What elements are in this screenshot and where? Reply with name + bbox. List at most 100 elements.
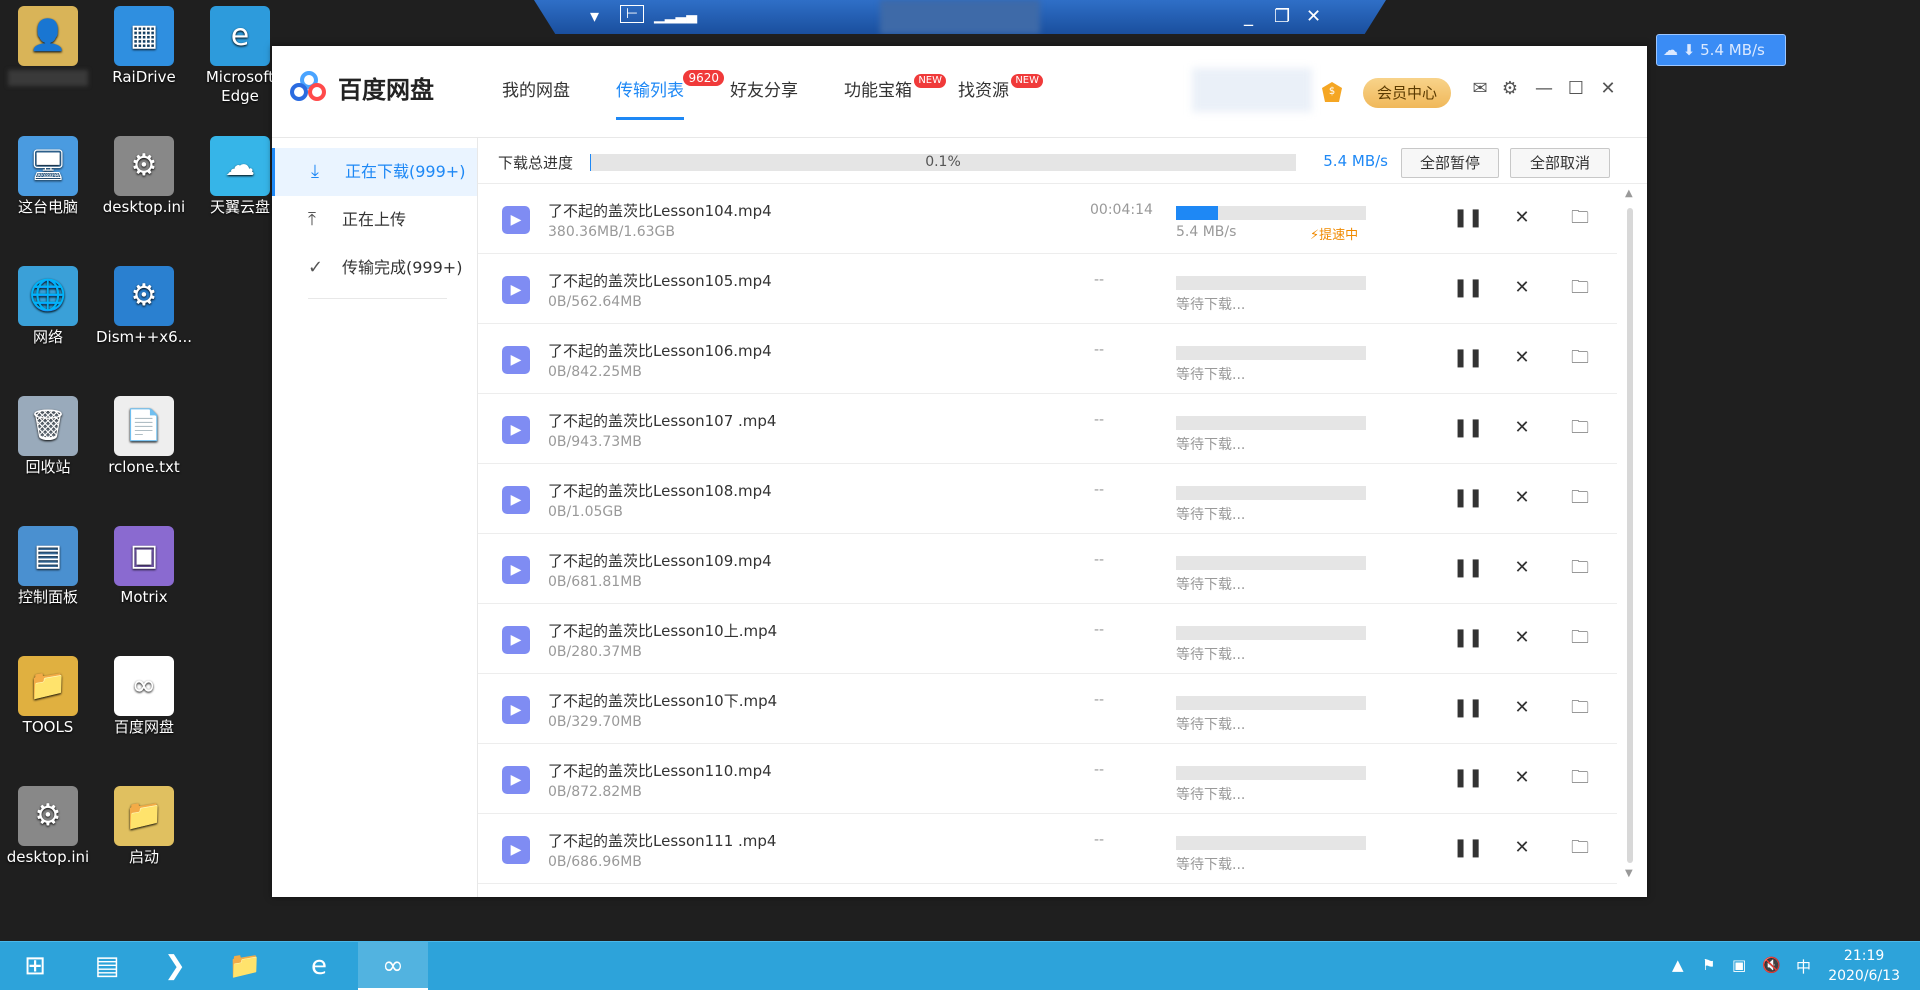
cancel-all-button[interactable]: 全部取消 — [1510, 148, 1610, 178]
taskbar-powershell-icon[interactable]: ❯ — [140, 942, 210, 990]
tab-friend-share[interactable]: 好友分享 — [730, 46, 798, 138]
desktop-icon[interactable]: 👤 — [0, 6, 96, 90]
cancel-button[interactable]: ✕ — [1510, 346, 1534, 370]
desktop-icon[interactable]: 🗑 回收站 — [0, 396, 96, 477]
close-icon[interactable]: ✕ — [1306, 6, 1321, 27]
desktop-icon[interactable]: ▣ Motrix — [96, 526, 192, 607]
remaining-time: -- — [1094, 762, 1105, 778]
tray-network-icon[interactable]: ▣ — [1732, 956, 1746, 974]
pin-icon[interactable]: ⊢ — [620, 5, 644, 23]
sidebar-item-completed[interactable]: ✓ 传输完成(999+) — [272, 244, 477, 292]
pause-button[interactable]: ❚❚ — [1453, 416, 1483, 440]
cancel-button[interactable]: ✕ — [1510, 416, 1534, 440]
vip-center-button[interactable]: 会员中心 — [1363, 78, 1451, 108]
taskbar-server-manager-icon[interactable]: ▤ — [72, 942, 142, 990]
cancel-button[interactable]: ✕ — [1510, 206, 1534, 230]
desktop-icon[interactable]: ⚙ desktop.ini — [0, 786, 96, 867]
cancel-button[interactable]: ✕ — [1510, 276, 1534, 300]
open-folder-button[interactable]: 🗀 — [1568, 486, 1592, 510]
download-row[interactable]: ▶ 了不起的盖茨比Lesson110.mp4 0B/872.82MB -- 等待下载..… — [478, 744, 1617, 814]
desktop-icon[interactable]: 📄 rclone.txt — [96, 396, 192, 477]
cancel-button[interactable]: ✕ — [1510, 696, 1534, 720]
open-folder-button[interactable]: 🗀 — [1568, 696, 1592, 720]
tray-flag-icon[interactable]: ⚑ — [1702, 956, 1715, 974]
download-row[interactable]: ▶ 了不起的盖茨比Lesson104.mp4 380.36MB/1.63GB 00:0… — [478, 184, 1617, 254]
desktop-icon[interactable]: 🌐 网络 — [0, 266, 96, 347]
desktop-icon[interactable]: ▦ RaiDrive — [96, 6, 192, 87]
pause-button[interactable]: ❚❚ — [1453, 766, 1483, 790]
download-row[interactable]: ▶ 了不起的盖茨比Lesson105.mp4 0B/562.64MB -- 等待下载..… — [478, 254, 1617, 324]
desktop-icon-label: 启动 — [128, 848, 159, 866]
download-row[interactable]: ▶ 了不起的盖茨比Lesson107 .mp4 0B/943.73MB -- 等待下载.… — [478, 394, 1617, 464]
download-row[interactable]: ▶ 了不起的盖茨比Lesson106.mp4 0B/842.25MB -- 等待下载..… — [478, 324, 1617, 394]
cancel-button[interactable]: ✕ — [1510, 486, 1534, 510]
minimize-icon[interactable]: _ — [1244, 6, 1253, 27]
mail-icon[interactable]: ✉ — [1468, 78, 1492, 99]
download-row[interactable]: ▶ 了不起的盖茨比Lesson109.mp4 0B/681.81MB -- 等待下载..… — [478, 534, 1617, 604]
download-row[interactable]: ▶ 了不起的盖茨比Lesson10上.mp4 0B/280.37MB -- 等待下载..… — [478, 604, 1617, 674]
sidebar-item-downloading[interactable]: ⤓ 正在下载(999+) — [272, 148, 477, 196]
tab-find-resources[interactable]: 找资源 NEW — [958, 46, 1043, 138]
file-size: 0B/1.05GB — [548, 504, 623, 520]
download-row[interactable]: ▶ 了不起的盖茨比Lesson10下.mp4 0B/329.70MB -- 等待下载..… — [478, 674, 1617, 744]
app-logo[interactable]: 百度网盘 — [290, 70, 434, 105]
open-folder-button[interactable]: 🗀 — [1568, 206, 1592, 230]
speed-float-widget[interactable]: ☁ ⬇ 5.4 MB/s — [1656, 34, 1786, 66]
open-folder-button[interactable]: 🗀 — [1568, 626, 1592, 650]
taskbar-baidu-netdisk-icon[interactable]: ∞ — [358, 942, 428, 990]
chevron-down-icon[interactable]: ▾ — [590, 6, 599, 27]
vip-level-icon: $ — [1322, 82, 1342, 102]
open-folder-button[interactable]: 🗀 — [1568, 836, 1592, 860]
ime-indicator[interactable]: 中 — [1796, 956, 1811, 977]
download-row[interactable]: ▶ 了不起的盖茨比Lesson111 .mp4 0B/686.96MB -- 等待下载.… — [478, 814, 1617, 884]
start-button[interactable]: ⊞ — [0, 942, 70, 990]
cancel-button[interactable]: ✕ — [1510, 626, 1534, 650]
desktop-icon[interactable]: ▤ 控制面板 — [0, 526, 96, 607]
pause-button[interactable]: ❚❚ — [1453, 276, 1483, 300]
taskbar-edge-icon[interactable]: e — [284, 942, 354, 990]
close-icon[interactable]: ✕ — [1596, 78, 1620, 99]
sidebar-item-uploading[interactable]: ⤒ 正在上传 — [272, 196, 477, 244]
cancel-button[interactable]: ✕ — [1510, 766, 1534, 790]
desktop-icon[interactable]: 📁 TOOLS — [0, 656, 96, 737]
tab-toolbox[interactable]: 功能宝箱 NEW — [844, 46, 946, 138]
pause-button[interactable]: ❚❚ — [1453, 206, 1483, 230]
tab-my-disk[interactable]: 我的网盘 — [502, 46, 570, 138]
restore-icon[interactable]: ❐ — [1274, 6, 1290, 27]
open-folder-button[interactable]: 🗀 — [1568, 276, 1592, 300]
pause-button[interactable]: ❚❚ — [1453, 836, 1483, 860]
pause-button[interactable]: ❚❚ — [1453, 486, 1483, 510]
open-folder-button[interactable]: 🗀 — [1568, 556, 1592, 580]
pause-button[interactable]: ❚❚ — [1453, 346, 1483, 370]
download-status: 等待下载... — [1176, 647, 1246, 663]
desktop-icon[interactable]: ⚙ desktop.ini — [96, 136, 192, 217]
remaining-time: -- — [1094, 272, 1105, 288]
settings-icon[interactable]: ⚙ — [1498, 78, 1522, 99]
tray-volume-icon[interactable]: 🔇 — [1762, 956, 1781, 974]
scroll-down-icon[interactable]: ▼ — [1625, 868, 1633, 879]
desktop-icon[interactable]: 📁 启动 — [96, 786, 192, 867]
open-folder-button[interactable]: 🗀 — [1568, 346, 1592, 370]
pause-button[interactable]: ❚❚ — [1453, 556, 1483, 580]
pause-button[interactable]: ❚❚ — [1453, 696, 1483, 720]
tray-expand-icon[interactable]: ▲ — [1672, 956, 1684, 974]
open-folder-button[interactable]: 🗀 — [1568, 416, 1592, 440]
tab-transfer-list[interactable]: 传输列表 9620 — [616, 46, 724, 138]
cancel-button[interactable]: ✕ — [1510, 556, 1534, 580]
user-avatar[interactable] — [1192, 68, 1312, 112]
desktop-icon[interactable]: ⚙ Dism++x6... — [96, 266, 192, 347]
pause-all-button[interactable]: 全部暂停 — [1401, 148, 1499, 178]
minimize-icon[interactable]: — — [1532, 78, 1556, 99]
desktop-icon[interactable]: ∞ 百度网盘 — [96, 656, 192, 737]
system-clock[interactable]: 21:19 2020/6/13 — [1828, 946, 1900, 986]
cancel-button[interactable]: ✕ — [1510, 836, 1534, 860]
maximize-icon[interactable]: ☐ — [1564, 78, 1588, 99]
desktop-icon[interactable]: 🖥 这台电脑 — [0, 136, 96, 217]
scroll-up-icon[interactable]: ▲ — [1625, 188, 1633, 199]
list-scrollbar[interactable]: ▲ ▼ — [1623, 188, 1637, 879]
pause-button[interactable]: ❚❚ — [1453, 626, 1483, 650]
download-row[interactable]: ▶ 了不起的盖茨比Lesson108.mp4 0B/1.05GB -- 等待下载... ❚… — [478, 464, 1617, 534]
taskbar-explorer-icon[interactable]: 📁 — [210, 942, 280, 990]
scroll-thumb[interactable] — [1627, 208, 1633, 863]
open-folder-button[interactable]: 🗀 — [1568, 766, 1592, 790]
